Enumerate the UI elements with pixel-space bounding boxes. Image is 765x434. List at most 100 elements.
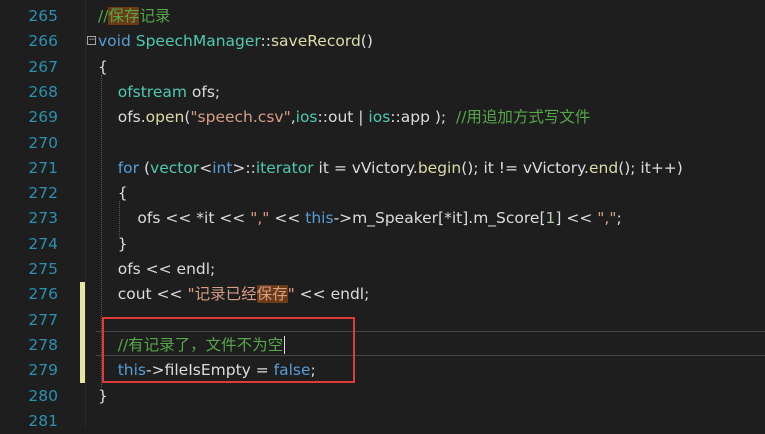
code-token: this	[117, 361, 147, 380]
code-line[interactable]: 275 ofs << endl;	[0, 257, 765, 282]
code-text: //有记录了，文件不为空	[98, 333, 286, 358]
code-token: 记录	[139, 7, 171, 25]
code-token: ->m_Speaker[*it].m_Score[	[333, 209, 546, 228]
code-token: ;	[310, 361, 316, 380]
line-number: 281	[28, 411, 58, 430]
code-token: 1	[545, 209, 556, 228]
code-token: (); it != vVictory.	[461, 158, 589, 177]
code-token: //有记录了，文件不为空	[117, 335, 284, 354]
code-token: << endl;	[294, 285, 370, 304]
code-token: ] <<	[555, 209, 598, 228]
code-text: {	[98, 181, 128, 206]
code-token: ::out |	[317, 108, 369, 127]
code-token: for	[117, 158, 140, 177]
code-line[interactable]: 281	[0, 409, 765, 434]
line-number: 279	[28, 361, 58, 380]
code-text: cout << "记录已经保存" << endl;	[98, 282, 369, 307]
code-text: {	[98, 55, 108, 80]
code-token: >	[232, 158, 246, 177]
code-token: false	[273, 361, 311, 380]
code-token: //	[98, 7, 109, 25]
collapse-icon[interactable]: −	[87, 36, 96, 46]
line-number: 275	[28, 260, 58, 278]
line-number: 267	[28, 57, 58, 76]
code-token: saveRecord	[270, 32, 361, 51]
code-token: ;	[616, 209, 622, 228]
code-token: ofstream	[117, 82, 192, 101]
line-number: 280	[28, 386, 58, 405]
code-line[interactable]: 273 ofs << *it << "," << this->m_Speaker…	[0, 206, 765, 231]
code-token: void	[98, 32, 136, 51]
code-token: <<	[269, 209, 306, 228]
code-token: "	[287, 285, 295, 304]
code-token: (); it++)	[618, 158, 683, 177]
line-number: 271	[28, 158, 58, 177]
code-line[interactable]: 272 {	[0, 181, 765, 206]
code-line[interactable]: 268 ofstream ofs;	[0, 80, 765, 105]
code-token: //用追加方式写文件	[455, 108, 591, 127]
indent-guide	[101, 74, 102, 388]
code-text: ofs.open("speech.csv",ios::out | ios::ap…	[98, 105, 591, 130]
code-line[interactable]: 270	[0, 131, 765, 156]
code-text: void SpeechManager::saveRecord()	[98, 29, 373, 54]
code-token: ofs << *it <<	[98, 209, 251, 228]
code-token: "speech.csv"	[190, 108, 291, 127]
line-number: 276	[28, 285, 58, 304]
code-line[interactable]: 269 ofs.open("speech.csv",ios::out | ios…	[0, 105, 765, 130]
code-editor[interactable]: 265//保存记录 266− void SpeechManager::saveRec…	[0, 0, 765, 430]
code-token: ","	[250, 209, 270, 228]
code-text: ofs << endl;	[98, 257, 216, 282]
code-line[interactable]: 276 cout << "记录已经保存" << endl;	[0, 282, 765, 308]
code-text: for (vector<int>::iterator it = vVictory…	[98, 156, 683, 181]
code-text: this->fileIsEmpty = false;	[98, 358, 316, 383]
code-line[interactable]: 274 }	[0, 232, 765, 257]
code-token: ofs;	[191, 82, 221, 101]
code-text: }	[98, 232, 128, 257]
line-number: 278	[28, 335, 58, 354]
code-token: iterator	[255, 158, 314, 177]
code-line[interactable]: 279 this->fileIsEmpty = false;	[0, 358, 765, 384]
code-token: SpeechManager	[135, 32, 261, 51]
text-caret	[284, 336, 286, 355]
code-text: ofs << *it << "," << this->m_Speaker[*it…	[98, 206, 622, 231]
line-number: 269	[28, 108, 58, 127]
code-line[interactable]: 271 for (vector<int>::iterator it = vVic…	[0, 156, 765, 181]
code-token: ->fileIsEmpty =	[146, 361, 274, 380]
code-token: ofs << endl;	[98, 260, 216, 278]
code-token: }	[98, 234, 128, 253]
code-token: (	[139, 158, 151, 177]
code-text: ofstream ofs;	[98, 80, 220, 105]
code-line[interactable]: 278 //有记录了，文件不为空	[0, 332, 765, 359]
line-number: 266	[28, 32, 58, 51]
code-text: }	[98, 384, 108, 409]
code-token: ::app );	[390, 108, 456, 127]
code-token: ios	[368, 108, 391, 127]
code-token: vector	[150, 158, 200, 177]
code-line[interactable]: 277	[0, 307, 765, 333]
code-token: it = vVictory.	[313, 158, 418, 177]
code-text: //保存记录	[98, 4, 170, 29]
code-line[interactable]: 280}	[0, 384, 765, 409]
code-token: ofs.	[98, 108, 146, 127]
code-line[interactable]: 267 {	[0, 55, 765, 80]
search-highlight: 保存	[108, 7, 140, 25]
code-token: ::	[245, 158, 256, 177]
code-token: cout <<	[98, 285, 188, 304]
code-line[interactable]: 265 //保存记录	[0, 4, 765, 29]
code-line[interactable]: 266 − void SpeechManager::saveRecord()	[0, 29, 765, 54]
code-token: ios	[295, 108, 318, 127]
code-token: <	[199, 158, 213, 177]
code-token: open	[145, 108, 185, 127]
indent-guide	[119, 201, 120, 236]
line-number: 265	[28, 7, 58, 25]
gutter-separator	[85, 0, 86, 427]
code-token: int	[212, 158, 233, 177]
code-token: begin	[417, 158, 462, 177]
code-token: {	[98, 184, 128, 203]
line-number: 272	[28, 184, 58, 203]
code-token: ::	[260, 32, 271, 51]
code-token: ","	[597, 209, 617, 228]
code-token: ()	[360, 32, 373, 51]
search-highlight: 保存	[256, 285, 288, 304]
code-token: }	[98, 386, 108, 405]
